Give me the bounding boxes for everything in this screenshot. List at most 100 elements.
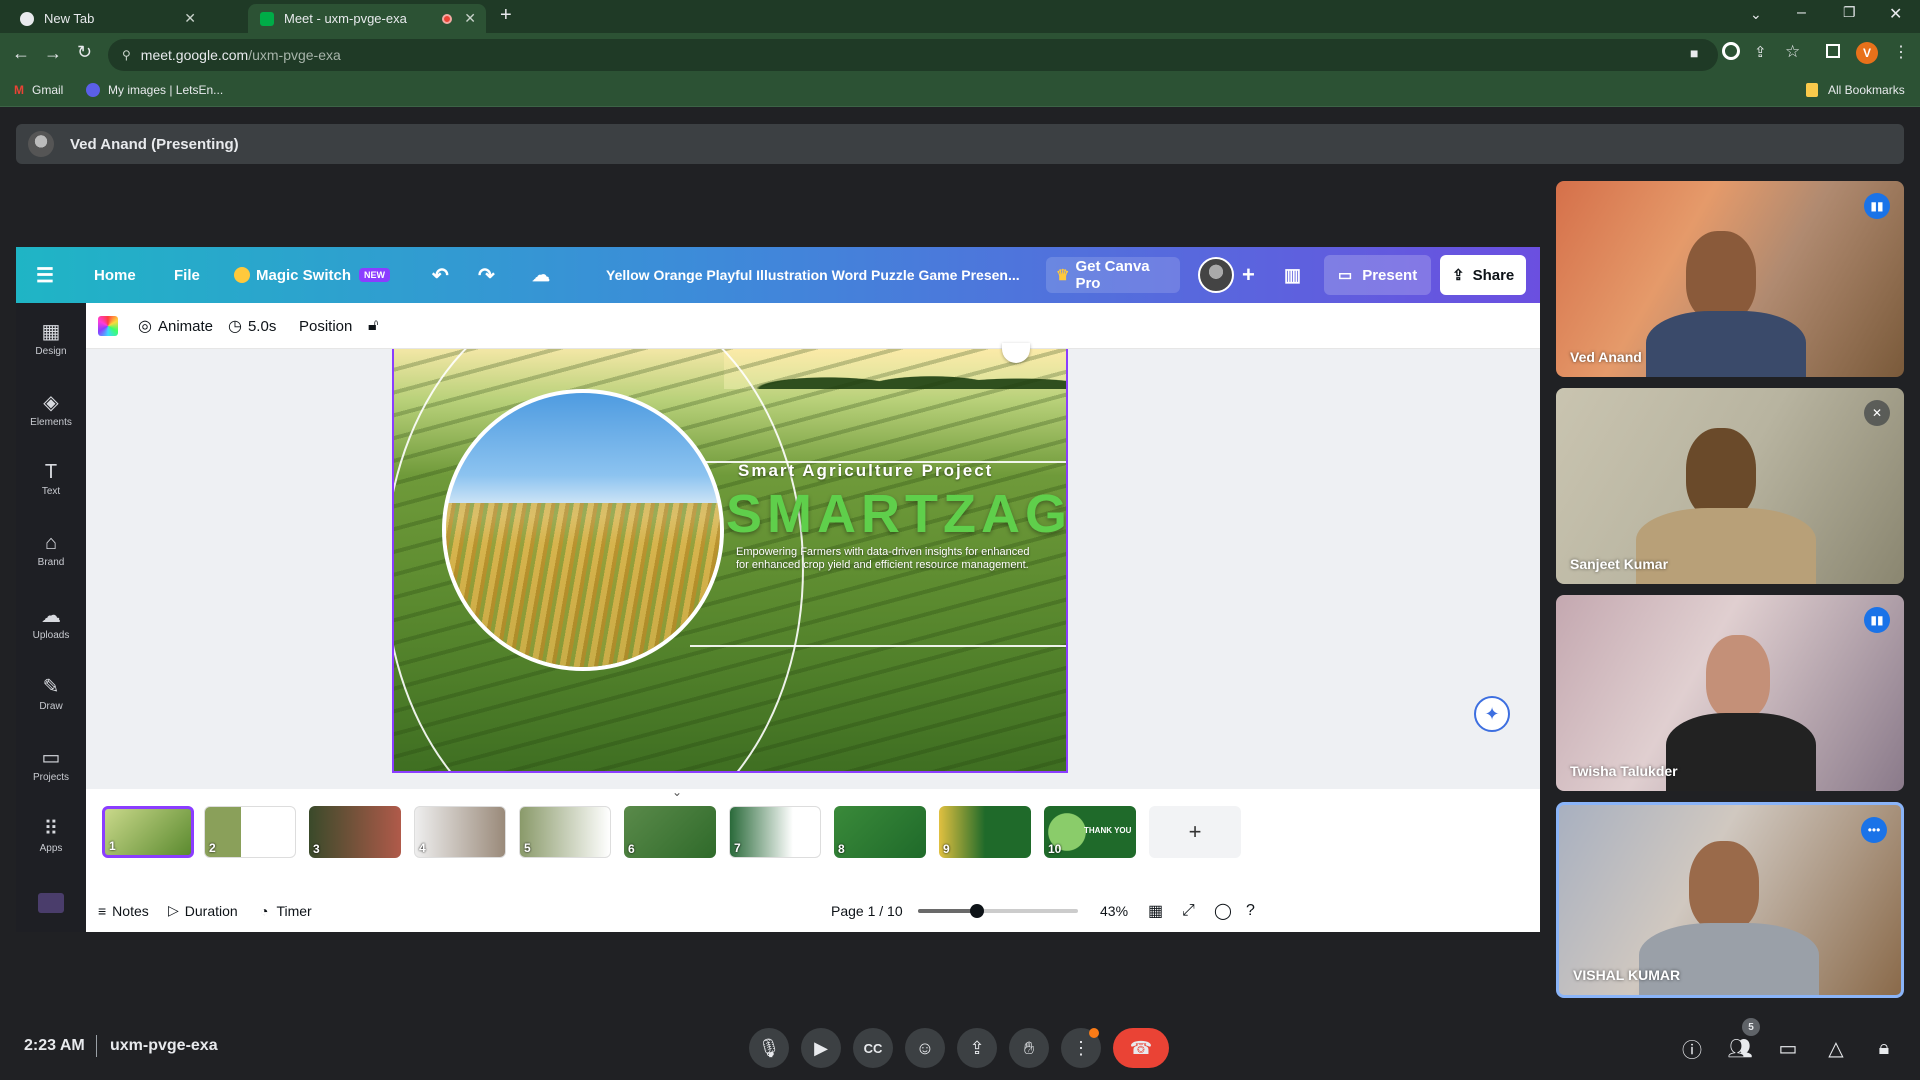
sidebar-item-uploads[interactable]: ☁ Uploads bbox=[16, 603, 86, 641]
present-now-button[interactable]: ⇪ bbox=[957, 1028, 997, 1068]
captions-button[interactable]: CC bbox=[853, 1028, 893, 1068]
fullscreen-icon[interactable]: ⤢ bbox=[1182, 889, 1195, 932]
google-lens-icon[interactable] bbox=[1722, 42, 1740, 60]
check-circle-icon[interactable]: ◯ bbox=[1214, 889, 1232, 932]
magic-media-icon[interactable] bbox=[38, 893, 64, 913]
microphone-button[interactable]: 🎙︎ bbox=[749, 1028, 789, 1068]
page-thumbnail-6[interactable]: 6 bbox=[624, 806, 716, 858]
bookmark-gmail[interactable]: M Gmail bbox=[14, 83, 63, 97]
bookmark-star-icon[interactable]: ☆ bbox=[1785, 42, 1800, 62]
meeting-details-icon[interactable]: ⓘ bbox=[1676, 1032, 1708, 1064]
activities-icon[interactable]: △ bbox=[1820, 1032, 1852, 1064]
chat-icon[interactable]: ▭ bbox=[1772, 1032, 1804, 1064]
sidebar-item-projects[interactable]: ▭ Projects bbox=[16, 745, 86, 783]
page-thumbnail-3[interactable]: 3 bbox=[309, 806, 401, 858]
color-picker[interactable] bbox=[98, 303, 118, 349]
close-icon[interactable]: ✕ bbox=[464, 10, 476, 27]
zoom-slider[interactable] bbox=[918, 889, 1078, 932]
present-button[interactable]: ▭ Present bbox=[1324, 247, 1432, 303]
close-icon[interactable]: ✕ bbox=[184, 10, 196, 27]
page-thumbnail-10[interactable]: THANK YOU 10 bbox=[1044, 806, 1136, 858]
letsenhance-icon bbox=[86, 83, 100, 97]
new-tab-button[interactable]: + bbox=[500, 4, 512, 27]
sidebar-item-brand[interactable]: ⌂ Brand bbox=[16, 532, 86, 568]
sidebar-item-draw[interactable]: ✎ Draw bbox=[16, 674, 86, 712]
document-title[interactable]: Yellow Orange Playful Illustration Word … bbox=[606, 247, 1020, 303]
forward-icon[interactable]: → bbox=[44, 43, 62, 64]
new-badge: NEW bbox=[359, 268, 391, 282]
get-canva-pro-button[interactable]: ♛ Get Canva Pro bbox=[1046, 247, 1180, 303]
kebab-menu-icon[interactable]: ⋮ bbox=[1893, 42, 1909, 62]
zoom-slider-handle[interactable] bbox=[970, 903, 985, 918]
timer-button[interactable]: ◔ Timer bbox=[260, 889, 312, 932]
redo-icon[interactable]: ↷ bbox=[478, 247, 495, 303]
site-info-icon[interactable]: ⚲ bbox=[122, 48, 131, 62]
position-button[interactable]: Position bbox=[299, 303, 352, 349]
tab-search-icon[interactable]: ⌄ bbox=[1750, 6, 1762, 23]
raise-hand-button[interactable]: ✋︎ bbox=[1009, 1028, 1049, 1068]
url-path: /uxm-pvge-exa bbox=[248, 47, 341, 63]
page-thumbnail-8[interactable]: 8 bbox=[834, 806, 926, 858]
duration-footer-button[interactable]: ▷ Duration bbox=[168, 889, 238, 932]
grid-view-icon[interactable]: ▦ bbox=[1148, 889, 1163, 932]
sidebar-label: Uploads bbox=[32, 630, 70, 641]
address-bar[interactable]: ⚲ meet.google.com/uxm-pvge-exa bbox=[108, 39, 1718, 71]
sidebar-item-design[interactable]: ▦ Design bbox=[16, 319, 86, 357]
host-controls-icon[interactable]: 🔒︎ bbox=[1868, 1032, 1900, 1064]
page-thumbnail-9[interactable]: 9 bbox=[939, 806, 1031, 858]
more-options-icon[interactable]: ••• bbox=[1861, 817, 1887, 843]
tab-new-tab[interactable]: New Tab ✕ bbox=[8, 4, 206, 33]
share-button[interactable]: ⇪ Share bbox=[1440, 247, 1527, 303]
duration-button[interactable]: ◷ 5.0s bbox=[228, 303, 276, 349]
menu-home[interactable]: Home bbox=[94, 247, 136, 303]
page-thumbnail-5[interactable]: 5 bbox=[519, 806, 611, 858]
magic-sparkle-button[interactable]: ✦ bbox=[1474, 696, 1510, 732]
page-thumbnail-7[interactable]: 7 bbox=[729, 806, 821, 858]
bookmark-my-images[interactable]: My images | LetsEn... bbox=[86, 83, 223, 97]
page-thumbnail-2[interactable]: 2 bbox=[204, 806, 296, 858]
page-thumbnail-4[interactable]: 4 bbox=[414, 806, 506, 858]
collapse-chevron-icon[interactable]: ⌄ bbox=[672, 785, 682, 799]
collaborator-avatar[interactable] bbox=[1198, 247, 1234, 303]
notes-button[interactable]: ≡ Notes bbox=[98, 889, 149, 932]
participant-tile-ved-anand[interactable]: ▮▮ Ved Anand bbox=[1556, 181, 1904, 377]
canva-footer: ≡ Notes ▷ Duration ◔ Timer Page 1 / 10 43% … bbox=[86, 889, 1540, 932]
menu-file[interactable]: File bbox=[174, 247, 200, 303]
tab-meet[interactable]: Meet - uxm-pvge-exa ✕ bbox=[248, 4, 486, 33]
lock-icon[interactable]: 🔓︎ bbox=[368, 303, 378, 349]
sidebar-item-apps[interactable]: ⠿ Apps bbox=[16, 816, 86, 854]
back-icon[interactable]: ← bbox=[12, 43, 30, 64]
reactions-button[interactable]: ☺ bbox=[905, 1028, 945, 1068]
participant-tile-vishal-kumar[interactable]: ••• VISHAL KUMAR bbox=[1556, 802, 1904, 998]
restore-icon[interactable]: ❐ bbox=[1843, 4, 1856, 21]
all-bookmarks[interactable]: All Bookmarks bbox=[1806, 83, 1905, 97]
page-indicator[interactable]: Page 1 / 10 bbox=[831, 889, 903, 932]
add-collaborator-icon[interactable]: + bbox=[1242, 247, 1255, 303]
zoom-level[interactable]: 43% bbox=[1100, 889, 1128, 932]
minimize-icon[interactable]: – bbox=[1797, 4, 1806, 22]
profile-avatar[interactable]: V bbox=[1856, 42, 1878, 64]
animate-button[interactable]: ◎ Animate bbox=[138, 303, 213, 349]
help-icon[interactable]: ? bbox=[1246, 889, 1255, 932]
page-thumbnail-1[interactable]: 1 bbox=[102, 806, 194, 858]
sidebar-item-elements[interactable]: ◈ Elements bbox=[16, 390, 86, 428]
share-page-icon[interactable]: ⇪ bbox=[1754, 43, 1767, 61]
camera-button[interactable]: ▶ bbox=[801, 1028, 841, 1068]
slide-1[interactable]: Smart Agriculture Project SMARTZAGRI Emp… bbox=[392, 349, 1068, 773]
magic-switch-button[interactable]: Magic Switch NEW bbox=[234, 247, 391, 303]
window-close-icon[interactable]: ✕ bbox=[1889, 4, 1902, 24]
participant-tile-twisha-talukder[interactable]: ▮▮ Twisha Talukder bbox=[1556, 595, 1904, 791]
more-options-button[interactable]: ⋮ bbox=[1061, 1028, 1101, 1068]
camera-blocked-icon[interactable]: ■ bbox=[1690, 45, 1698, 61]
side-panel-icon[interactable] bbox=[1826, 44, 1840, 58]
sidebar-item-text[interactable]: T Text bbox=[16, 461, 86, 497]
horizontal-scrollbar[interactable] bbox=[86, 781, 1540, 789]
people-button[interactable]: 👥︎ 5 bbox=[1724, 1018, 1760, 1064]
hamburger-menu-icon[interactable]: ☰ bbox=[36, 247, 54, 303]
leave-call-button[interactable]: ☎ bbox=[1113, 1028, 1169, 1068]
undo-icon[interactable]: ↶ bbox=[432, 247, 449, 303]
reload-icon[interactable]: ↻ bbox=[77, 42, 92, 63]
participant-tile-sanjeet-kumar[interactable]: ✕ Sanjeet Kumar bbox=[1556, 388, 1904, 584]
insights-icon[interactable]: ▥ bbox=[1284, 247, 1301, 303]
add-page-button[interactable]: + bbox=[1149, 806, 1241, 858]
